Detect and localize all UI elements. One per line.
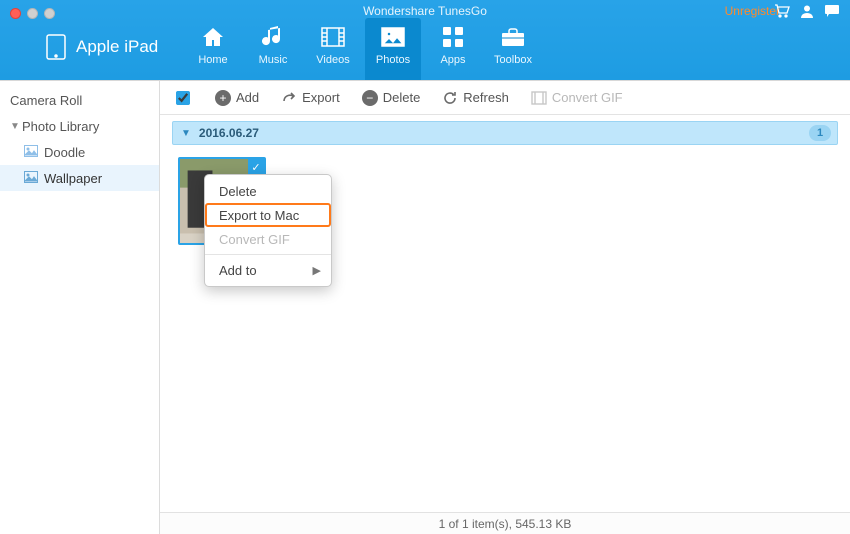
refresh-icon <box>442 90 458 106</box>
plus-icon: + <box>215 90 231 106</box>
nav-music[interactable]: Music <box>245 18 301 80</box>
context-menu: Delete Export to Mac Convert GIF Add to … <box>204 174 332 287</box>
sidebar-item-label: Photo Library <box>22 119 99 134</box>
nav-apps[interactable]: Apps <box>425 18 481 80</box>
nav-music-label: Music <box>259 54 288 66</box>
toolbar-label: Export <box>302 90 340 105</box>
ctx-export-to-mac[interactable]: Export to Mac <box>205 203 331 227</box>
ctx-item-label: Delete <box>219 184 257 199</box>
main-panel: + Add Export − Delete Refresh Convert GI… <box>160 81 850 534</box>
apps-icon <box>438 24 468 50</box>
date-group-label: 2016.06.27 <box>199 126 259 140</box>
ctx-item-label: Add to <box>219 263 257 278</box>
minus-icon: − <box>362 90 378 106</box>
menu-separator <box>205 254 331 255</box>
app-header: Wondershare TunesGo Unregister Apple iPa… <box>0 0 850 80</box>
sidebar-item-label: Wallpaper <box>44 171 102 186</box>
picture-icon <box>24 171 38 186</box>
chevron-down-icon: ▼ <box>181 128 191 139</box>
add-button[interactable]: + Add <box>215 90 259 106</box>
nav-videos[interactable]: Videos <box>305 18 361 80</box>
nav-apps-label: Apps <box>440 54 465 66</box>
group-count-badge: 1 <box>809 125 831 141</box>
ctx-item-label: Export to Mac <box>219 208 299 223</box>
nav-home-label: Home <box>198 54 227 66</box>
photos-icon <box>378 24 408 50</box>
export-icon <box>281 91 297 105</box>
toolbar-label: Add <box>236 90 259 105</box>
status-text: 1 of 1 item(s), 545.13 KB <box>439 517 572 531</box>
toolbar: + Add Export − Delete Refresh Convert GI… <box>160 81 850 115</box>
nav-photos-label: Photos <box>376 54 410 66</box>
home-icon <box>198 24 228 50</box>
delete-button[interactable]: − Delete <box>362 90 421 106</box>
toolbar-label: Convert GIF <box>552 90 623 105</box>
music-icon <box>258 24 288 50</box>
film-icon <box>531 91 547 105</box>
device-selector[interactable]: Apple iPad <box>46 34 158 60</box>
main-nav: Home Music Videos Photos Apps <box>185 18 545 80</box>
sidebar-item-camera-roll[interactable]: Camera Roll <box>0 87 159 113</box>
refresh-button[interactable]: Refresh <box>442 90 509 106</box>
nav-toolbox-label: Toolbox <box>494 54 532 66</box>
ctx-delete[interactable]: Delete <box>205 179 331 203</box>
convert-gif-button: Convert GIF <box>531 90 623 105</box>
sidebar-item-label: Doodle <box>44 145 85 160</box>
nav-videos-label: Videos <box>316 54 349 66</box>
sidebar: Camera Roll ▼ Photo Library Doodle Wallp… <box>0 81 160 534</box>
ctx-add-to[interactable]: Add to ▶ <box>205 258 331 282</box>
select-all-checkbox[interactable] <box>176 91 190 105</box>
sidebar-item-photo-library[interactable]: ▼ Photo Library <box>0 113 159 139</box>
chevron-down-icon: ▼ <box>10 121 20 132</box>
nav-photos[interactable]: Photos <box>365 18 421 80</box>
videos-icon <box>318 24 348 50</box>
sidebar-item-label: Camera Roll <box>10 93 82 108</box>
app-title: Wondershare TunesGo <box>0 4 850 18</box>
cart-icon[interactable] <box>774 4 790 21</box>
feedback-icon[interactable] <box>824 4 840 21</box>
nav-toolbox[interactable]: Toolbox <box>485 18 541 80</box>
user-icon[interactable] <box>800 4 814 21</box>
ctx-item-label: Convert GIF <box>219 232 290 247</box>
device-name: Apple iPad <box>76 37 158 57</box>
checkmark-icon: ✓ <box>248 159 264 175</box>
unregister-link[interactable]: Unregister <box>725 4 780 18</box>
body: Camera Roll ▼ Photo Library Doodle Wallp… <box>0 80 850 534</box>
picture-icon <box>24 145 38 160</box>
ipad-icon <box>46 34 66 60</box>
sidebar-item-doodle[interactable]: Doodle <box>0 139 159 165</box>
nav-home[interactable]: Home <box>185 18 241 80</box>
header-icons <box>774 4 840 21</box>
chevron-right-icon: ▶ <box>313 264 321 277</box>
toolbar-label: Delete <box>383 90 421 105</box>
ctx-convert-gif: Convert GIF <box>205 227 331 251</box>
date-group-header[interactable]: ▼ 2016.06.27 1 <box>172 121 838 145</box>
sidebar-item-wallpaper[interactable]: Wallpaper <box>0 165 159 191</box>
toolbar-label: Refresh <box>463 90 509 105</box>
export-button[interactable]: Export <box>281 90 340 105</box>
status-bar: 1 of 1 item(s), 545.13 KB <box>160 512 850 534</box>
toolbox-icon <box>498 24 528 50</box>
